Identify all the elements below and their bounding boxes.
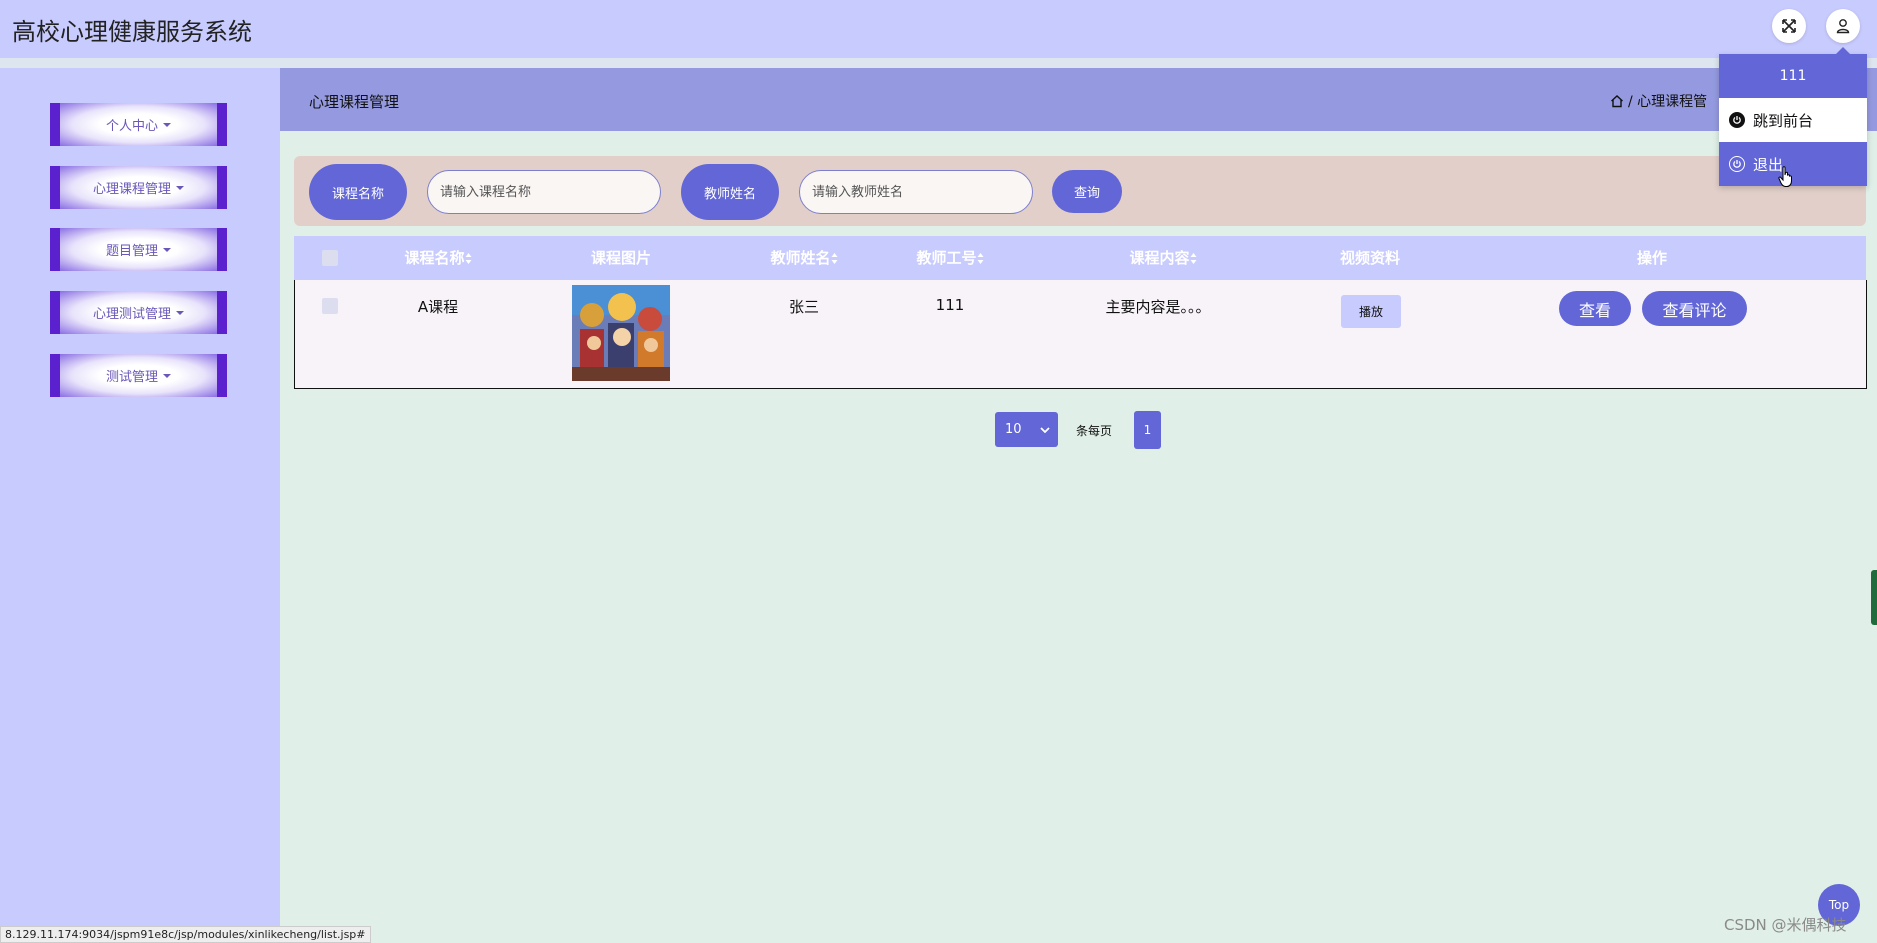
sidebar-item-personal-center[interactable]: 个人中心 [50,103,227,146]
course-image [572,285,670,381]
course-name-label: 课程名称 [309,164,407,220]
cell-teacher-name: 张三 [788,298,820,316]
column-header-label: 操作 [1636,249,1668,267]
column-header-teacher-name[interactable]: 教师姓名 [770,236,838,280]
column-header-teacher-id[interactable]: 教师工号 [916,236,984,280]
home-icon[interactable] [1610,94,1624,108]
caret-down-icon [163,373,171,378]
goto-front-label: 跳到前台 [1753,111,1814,130]
view-button[interactable]: 查看 [1559,291,1631,326]
breadcrumb: / 心理课程管 [1610,91,1707,111]
column-header-video: 视频资料 [1340,236,1400,280]
select-all-checkbox[interactable] [322,250,338,266]
column-header-course-image: 课程图片 [591,236,651,280]
play-video-button[interactable]: 播放 [1341,295,1401,328]
sidebar-item-test-management[interactable]: 测试管理 [50,354,227,397]
column-header-label: 视频资料 [1339,249,1401,267]
column-header-course-content[interactable]: 课程内容 [1129,236,1197,280]
query-button[interactable]: 查询 [1052,170,1122,213]
per-page-label: 条每页 [1076,424,1113,438]
caret-down-icon [176,185,184,190]
user-icon [1836,19,1850,34]
breadcrumb-text[interactable]: / 心理课程管 [1628,91,1707,111]
column-header-label: 课程名称 [404,249,465,267]
row-checkbox[interactable] [322,298,338,314]
sort-icon[interactable] [1190,252,1197,265]
sidebar-item-label: 心理课程管理 [92,182,171,197]
table-row [294,280,1867,389]
sidebar-item-psych-test-management[interactable]: 心理测试管理 [50,291,227,334]
cell-course-content: 主要内容是。。。 [1105,298,1211,316]
caret-down-icon [163,247,171,252]
view-comments-button[interactable]: 查看评论 [1642,291,1747,326]
caret-down-icon [176,310,184,315]
sidebar-item-label: 个人中心 [105,119,158,134]
power-icon [1729,112,1745,128]
column-header-course-name[interactable]: 课程名称 [404,236,472,280]
cell-course-name: A课程 [417,298,459,316]
teacher-name-input[interactable] [799,170,1033,214]
top-bar-divider [0,58,1877,68]
power-icon [1729,156,1745,172]
page-number-button[interactable]: 1 [1134,411,1161,449]
column-header-label: 课程图片 [590,249,652,267]
chevron-down-icon [1040,426,1050,433]
dropdown-username: 111 [1719,54,1867,98]
sidebar-item-label: 心理测试管理 [92,307,171,322]
page-size-select[interactable]: 10 [995,412,1058,447]
sidebar-item-label: 题目管理 [105,244,158,259]
sort-icon[interactable] [831,252,838,265]
user-button[interactable] [1826,9,1860,43]
column-header-label: 教师工号 [916,249,977,267]
hand-cursor-icon [1778,166,1792,187]
fullscreen-button[interactable] [1772,9,1806,43]
sort-icon[interactable] [465,252,472,265]
fullscreen-icon [1782,19,1796,33]
teacher-name-label: 教师姓名 [681,164,779,220]
column-header-actions: 操作 [1637,236,1667,280]
page-size-value: 10 [1005,422,1022,437]
status-bar-url: 8.129.11.174:9034/jspm91e8c/jsp/modules/… [0,926,371,943]
table-header [294,236,1866,280]
sidebar-item-course-management[interactable]: 心理课程管理 [50,166,227,209]
sidebar-item-question-management[interactable]: 题目管理 [50,228,227,271]
top-bar [0,0,1877,58]
side-scroll-tab[interactable] [1871,570,1877,625]
app-title: 高校心理健康服务系统 [12,18,252,46]
cell-teacher-id: 111 [935,296,965,314]
sort-icon[interactable] [977,252,984,265]
course-name-input[interactable] [427,170,661,214]
page-title: 心理课程管理 [309,93,400,111]
caret-down-icon [163,122,171,127]
watermark: CSDN @米偶科技 [1724,916,1847,934]
sidebar-item-label: 测试管理 [105,370,158,385]
column-header-label: 课程内容 [1129,249,1190,267]
goto-front-menu-item[interactable]: 跳到前台 [1719,98,1867,142]
column-header-label: 教师姓名 [770,249,831,267]
